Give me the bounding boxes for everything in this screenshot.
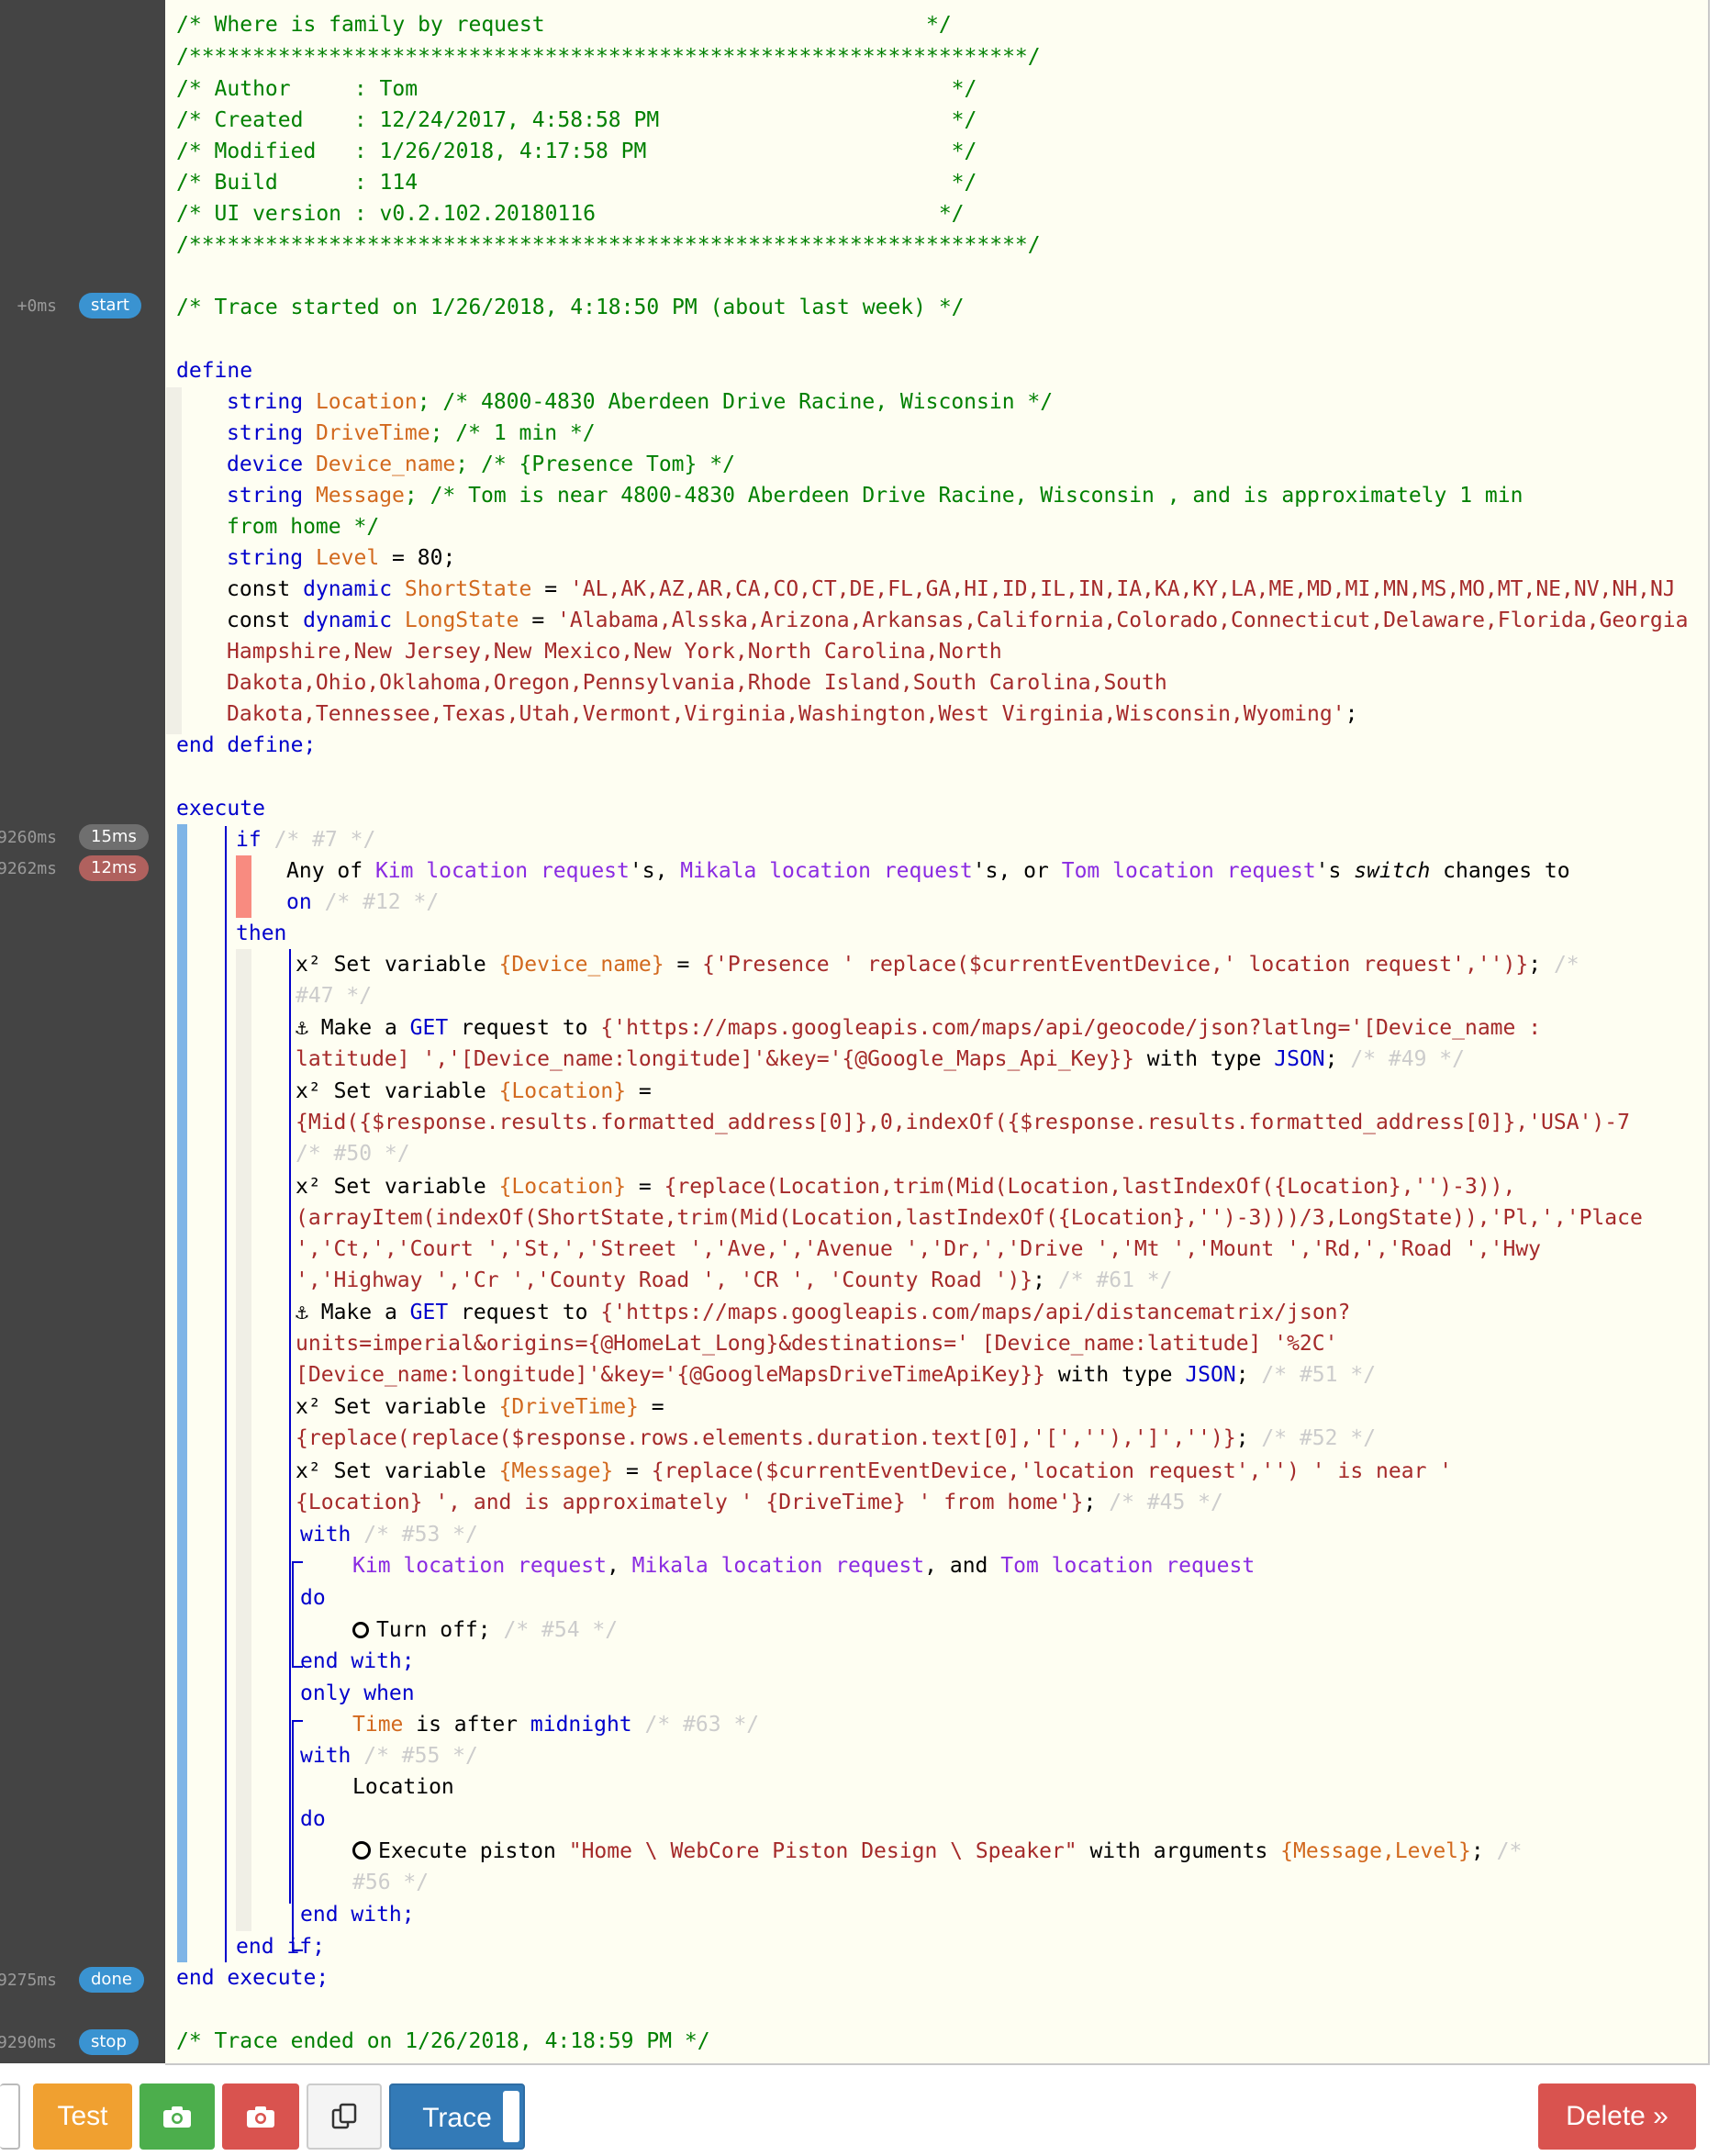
trace-toggle-button[interactable]: Trace [389, 2083, 525, 2150]
set-drivetime-expr: {replace(replace($response.rows.elements… [296, 1426, 1377, 1450]
end-if-keyword: end if; [236, 1935, 325, 1959]
if-condition: Any of Kim location request's, Mikala lo… [286, 859, 1570, 883]
stop-badge: stop [79, 2029, 139, 2055]
piston-trace-view: +0ms start +9260ms 15ms +9262ms 12ms +92… [0, 0, 1730, 2156]
end-with-1: end with; [300, 1649, 415, 1673]
power-off-icon [352, 1622, 369, 1638]
trace-label: Trace [422, 2103, 492, 2133]
end-define-keyword: end define; [176, 733, 317, 757]
define-location: string Location; /* 4800-4830 Aberdeen D… [227, 390, 1054, 414]
get-geocode-cont: latitude] ','[Device_name:longitude]'&ke… [296, 1047, 1465, 1071]
timing-done: +9275ms [0, 1971, 57, 1990]
timing-condition: +9262ms [0, 859, 57, 878]
execute-piston-action: Execute piston "Home \ WebCore Piston De… [352, 1836, 1522, 1867]
if-duration-badge: 15ms [79, 824, 149, 850]
then-keyword: then [236, 922, 287, 945]
define-shortstate: const dynamic ShortState = 'AL,AK,AZ,AR,… [227, 577, 1676, 601]
header-created: /* Created : 12/24/2017, 4:58:58 PM */ [176, 108, 977, 132]
test-button[interactable]: Test [33, 2083, 132, 2150]
header-title: /* Where is family by request */ [176, 13, 952, 37]
delete-button[interactable]: Delete » [1538, 2083, 1696, 2150]
get-distancematrix-cont-2: [Device_name:longitude]'&key='{@GoogleMa… [296, 1363, 1377, 1387]
define-keyword: define [176, 359, 253, 383]
if-block-line [225, 826, 227, 1962]
execute-trace-bar [177, 824, 187, 1962]
only-when-keyword: only when [300, 1681, 415, 1705]
get-distancematrix: ⚓ Make a GET request to {'https://maps.g… [296, 1301, 1351, 1324]
variable-icon: x² [296, 953, 321, 977]
set-device-name-id: #47 */ [296, 984, 373, 1008]
define-message: string Message; /* Tom is near 4800-4830… [227, 484, 1524, 508]
execute-keyword: execute [176, 797, 265, 821]
camera-snapshot-button[interactable] [140, 2083, 215, 2150]
timing-stop: +9290ms [0, 2033, 57, 2052]
with-devices: Kim location request, Mikala location re… [352, 1554, 1256, 1578]
then-block-bar [236, 949, 251, 1931]
define-block-bar [166, 387, 182, 734]
if-condition-cont: on /* #12 */ [286, 890, 440, 914]
with-location-device: Location [352, 1775, 454, 1799]
timing-start: +0ms [17, 296, 57, 316]
define-longstate: const dynamic LongState = 'Alabama,Alssk… [227, 609, 1689, 632]
timing-if: +9260ms [0, 828, 57, 847]
define-device-name: device Device_name; /* {Presence Tom} */ [227, 452, 735, 476]
header-rule-top: /***************************************… [176, 45, 1041, 69]
variable-icon: x² [296, 1079, 321, 1103]
variable-icon: x² [296, 1395, 321, 1419]
define-longstate-2: Hampshire,New Jersey,New Mexico,New York… [227, 640, 1002, 664]
clock-icon [352, 1841, 371, 1860]
variable-icon: x² [296, 1175, 321, 1199]
set-location-2-expr-2: (arrayItem(indexOf(ShortState,trim(Mid(L… [296, 1206, 1643, 1230]
set-location-1: x² Set variable {Location} = [296, 1079, 652, 1103]
with-block-2: with /* #55 */ [300, 1744, 478, 1768]
with-block-1: with /* #53 */ [300, 1523, 478, 1547]
set-message-expr: {Location} ', and is approximately ' {Dr… [296, 1491, 1223, 1514]
do-keyword-2: do [300, 1807, 326, 1831]
header-author: /* Author : Tom */ [176, 77, 977, 101]
copy-icon [331, 2103, 357, 2129]
set-drivetime: x² Set variable {DriveTime} = [296, 1395, 664, 1419]
get-distancematrix-cont-1: units=imperial&origins={@HomeLat_Long}&d… [296, 1332, 1338, 1356]
define-message-cont: from home */ [227, 515, 380, 539]
only-when-condition: Time is after midnight /* #63 */ [352, 1713, 760, 1737]
execute-piston-id: #56 */ [352, 1871, 430, 1894]
define-drivetime: string DriveTime; /* 1 min */ [227, 421, 596, 445]
get-geocode: ⚓ Make a GET request to {'https://maps.g… [296, 1016, 1542, 1040]
set-message: x² Set variable {Message} = {replace($cu… [296, 1459, 1453, 1483]
condition-duration-badge: 12ms [79, 855, 149, 881]
condition-highlight [236, 855, 251, 918]
anchor-icon: ⚓ [296, 1301, 308, 1324]
camera-capture-button[interactable] [222, 2083, 299, 2150]
header-ui-version: /* UI version : v0.2.102.20180116 */ [176, 202, 965, 226]
trace-end-comment: /* Trace ended on 1/26/2018, 4:18:59 PM … [176, 2029, 710, 2053]
end-with-2: end with; [300, 1903, 415, 1927]
set-location-1-expr: {Mid({$response.results.formatted_addres… [296, 1111, 1630, 1134]
copy-button[interactable] [307, 2083, 382, 2150]
header-build: /* Build : 114 */ [176, 171, 977, 195]
if-statement: if /* #7 */ [236, 828, 376, 852]
set-location-2: x² Set variable {Location} = {replace(Lo… [296, 1175, 1516, 1199]
partial-button[interactable] [0, 2083, 20, 2150]
do-keyword-1: do [300, 1586, 326, 1610]
then-block-line [289, 949, 291, 1904]
end-execute-keyword: end execute; [176, 1966, 329, 1990]
camera-icon [163, 2106, 191, 2128]
define-longstate-4: Dakota,Tennessee,Texas,Utah,Vermont,Virg… [227, 702, 1358, 726]
turn-off-action: Turn off; /* #54 */ [352, 1614, 618, 1646]
start-badge: start [79, 293, 141, 318]
trace-start-comment: /* Trace started on 1/26/2018, 4:18:50 P… [176, 296, 965, 319]
camera-icon [247, 2106, 274, 2128]
define-longstate-3: Dakota,Ohio,Oklahoma,Oregon,Pennsylvania… [227, 671, 1167, 695]
define-level: string Level = 80; [227, 546, 456, 570]
set-location-2-expr-4: ','Highway ','Cr ','County Road ', 'CR '… [296, 1268, 1173, 1292]
header-rule-bottom: /***************************************… [176, 233, 1041, 257]
set-location-2-expr-3: ','Ct,','Court ','St,','Street ','Ave,',… [296, 1237, 1542, 1261]
done-badge: done [79, 1967, 144, 1993]
set-location-1-id: /* #50 */ [296, 1142, 410, 1166]
toggle-knob [503, 2091, 519, 2142]
header-modified: /* Modified : 1/26/2018, 4:17:58 PM */ [176, 140, 977, 163]
set-device-name: x² Set variable {Device_name} = {'Presen… [296, 953, 1579, 977]
anchor-icon: ⚓ [296, 1016, 308, 1040]
variable-icon: x² [296, 1459, 321, 1483]
